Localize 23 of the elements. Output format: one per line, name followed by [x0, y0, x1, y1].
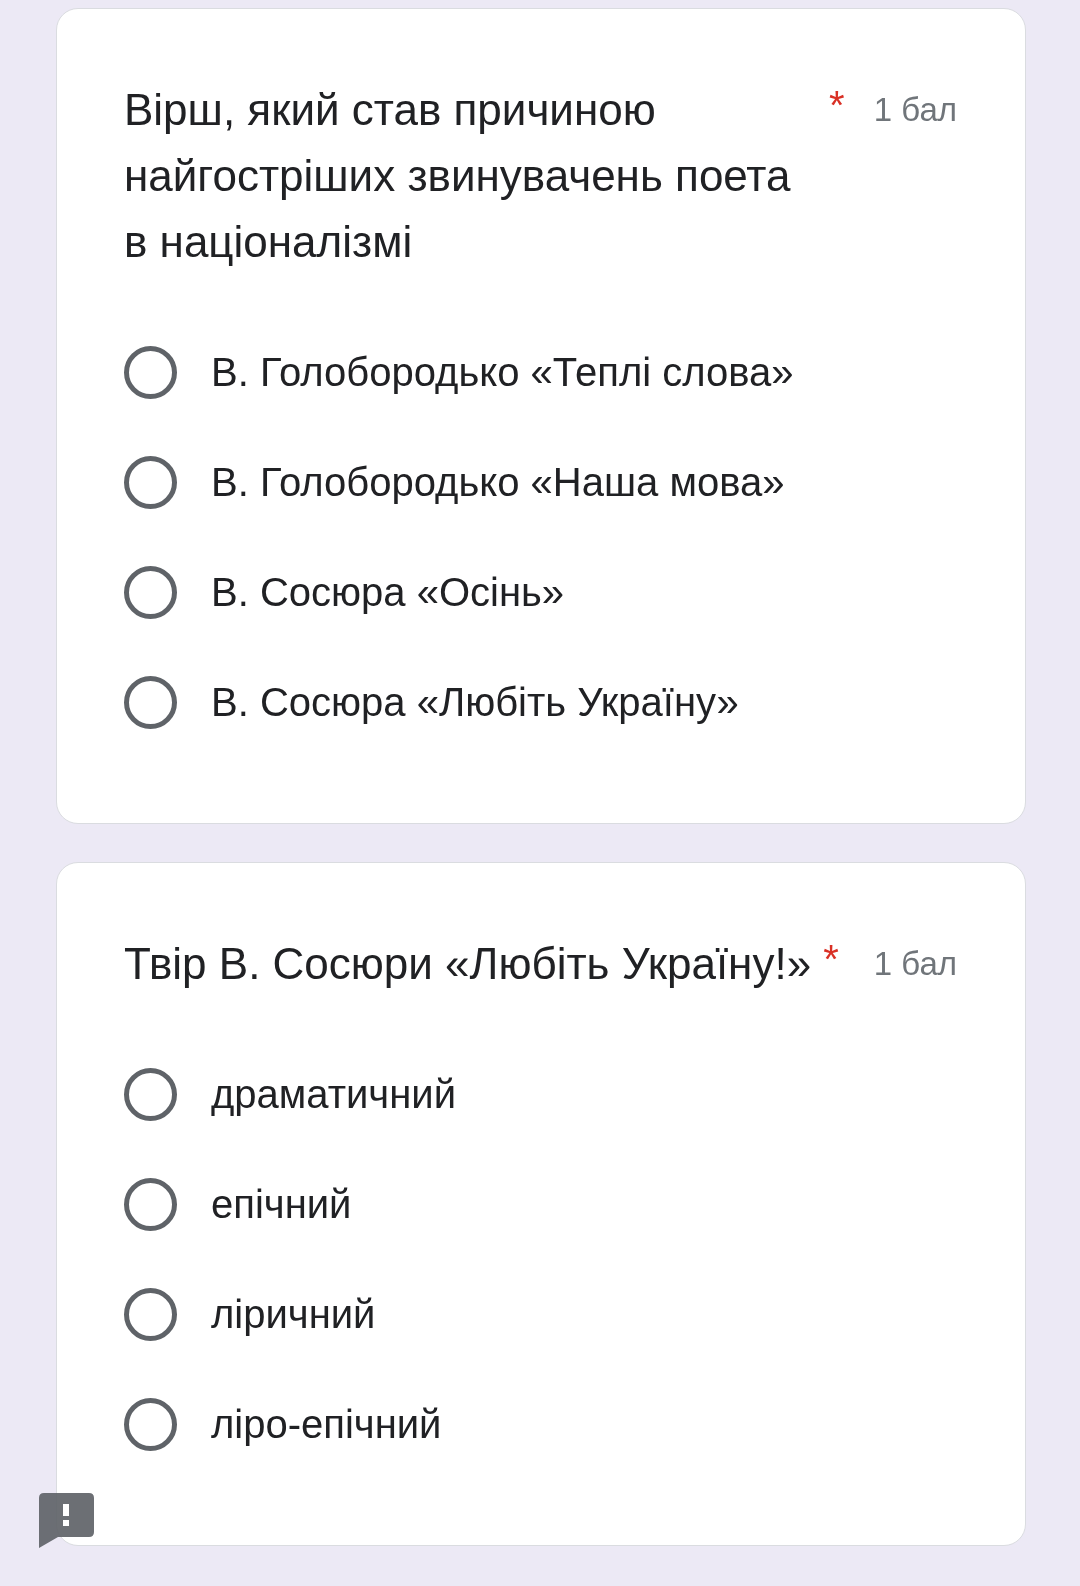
option-label[interactable]: драматичний: [211, 1070, 456, 1118]
radio-button[interactable]: [124, 1177, 177, 1231]
points-label: 1 бал: [873, 944, 957, 984]
required-mark: *: [823, 936, 839, 983]
question-title: Твір В. Сосюри «Любіть Україну!»: [124, 938, 812, 990]
radio-button[interactable]: [124, 1287, 177, 1341]
exclamation-bubble-icon[interactable]: [38, 1492, 95, 1549]
radio-button[interactable]: [124, 565, 177, 619]
radio-button[interactable]: [124, 455, 177, 509]
radio-button[interactable]: [124, 1067, 177, 1121]
option-label[interactable]: епічний: [211, 1180, 352, 1228]
option-label[interactable]: В. Сосюра «Любіть Україну»: [211, 678, 739, 726]
radio-button[interactable]: [124, 1397, 177, 1451]
option-label[interactable]: В. Голобородько «Наша мова»: [211, 458, 785, 506]
points-label: 1 бал: [873, 90, 957, 130]
required-mark: *: [829, 82, 845, 129]
question-title: Вірш, який став причиною найгостріших звинувачень поета в націоналізмі: [124, 84, 792, 268]
option-label[interactable]: ліричний: [211, 1290, 376, 1338]
option-label[interactable]: В. Сосюра «Осінь»: [211, 568, 565, 616]
radio-button[interactable]: [124, 675, 177, 729]
option-label[interactable]: В. Голобородько «Теплі слова»: [211, 348, 794, 396]
radio-button[interactable]: [124, 345, 177, 399]
option-label[interactable]: ліро-епічний: [211, 1400, 442, 1448]
